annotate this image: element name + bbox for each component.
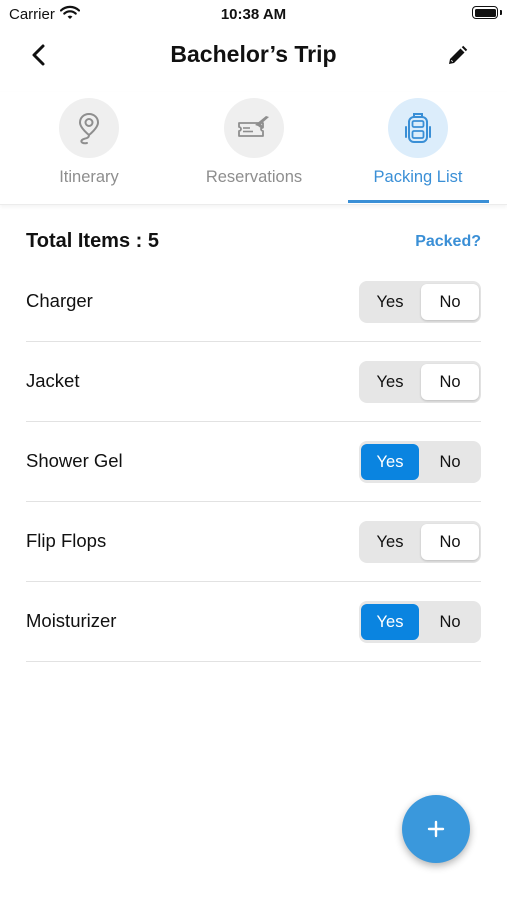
clock: 10:38 AM: [220, 6, 287, 23]
tab-icon-circle: [59, 98, 119, 158]
tab-packing-list[interactable]: Packing List: [338, 92, 498, 204]
status-bar: Carrier 10:38 AM: [0, 0, 507, 30]
no-option[interactable]: No: [421, 604, 479, 640]
ticket-plane-icon: [238, 116, 269, 137]
no-option[interactable]: No: [421, 524, 479, 560]
back-button[interactable]: [26, 42, 52, 68]
yes-option[interactable]: Yes: [361, 284, 419, 320]
summary-row: Total Items : 5 Packed?: [26, 230, 481, 258]
pencil-icon: [449, 45, 468, 64]
tab-icon-circle: [224, 98, 284, 158]
add-item-button[interactable]: [402, 795, 470, 863]
page-title: Bachelor’s Trip: [170, 41, 337, 67]
nav-bar: Bachelor’s Trip: [0, 30, 507, 82]
tab-label-itinerary: Itinerary: [59, 168, 119, 186]
list-item: Moisturizer Yes No: [26, 582, 481, 662]
no-option[interactable]: No: [421, 364, 479, 400]
yes-option[interactable]: Yes: [361, 524, 419, 560]
packed-toggle: Yes No: [359, 281, 481, 323]
battery-icon: [472, 6, 502, 19]
tab-icon-circle: [388, 98, 448, 158]
list-item: Jacket Yes No: [26, 342, 481, 422]
plus-icon: [427, 820, 445, 838]
yes-option[interactable]: Yes: [361, 444, 419, 480]
tab-reservations[interactable]: Reservations: [174, 92, 334, 204]
list-item: Shower Gel Yes No: [26, 422, 481, 502]
list-item: Charger Yes No: [26, 262, 481, 342]
total-items-label: Total Items : 5: [26, 230, 159, 252]
packed-toggle: Yes No: [359, 361, 481, 403]
item-name: Charger: [26, 290, 93, 311]
tab-bar: Itinerary Reservations Packing List: [0, 92, 507, 205]
packed-toggle: Yes No: [359, 601, 481, 643]
item-name: Moisturizer: [26, 610, 117, 631]
item-name: Shower Gel: [26, 450, 123, 471]
no-option[interactable]: No: [421, 444, 479, 480]
active-tab-indicator: [348, 200, 489, 203]
packing-list: Charger Yes No Jacket Yes No Shower Gel …: [26, 262, 481, 662]
tab-label-packing-list: Packing List: [373, 168, 463, 186]
edit-button[interactable]: [445, 44, 469, 68]
no-option[interactable]: No: [421, 284, 479, 320]
yes-option[interactable]: Yes: [361, 364, 419, 400]
list-item: Flip Flops Yes No: [26, 502, 481, 582]
tab-itinerary[interactable]: Itinerary: [9, 92, 169, 204]
yes-option[interactable]: Yes: [361, 604, 419, 640]
chevron-left-icon: [32, 44, 45, 66]
packed-toggle: Yes No: [359, 521, 481, 563]
item-name: Jacket: [26, 370, 80, 391]
backpack-icon: [405, 113, 431, 143]
item-name: Flip Flops: [26, 530, 107, 551]
packed-filter-link[interactable]: Packed?: [415, 233, 481, 251]
location-pin-icon: [78, 112, 100, 145]
tab-label-reservations: Reservations: [205, 168, 303, 186]
packed-toggle: Yes No: [359, 441, 481, 483]
